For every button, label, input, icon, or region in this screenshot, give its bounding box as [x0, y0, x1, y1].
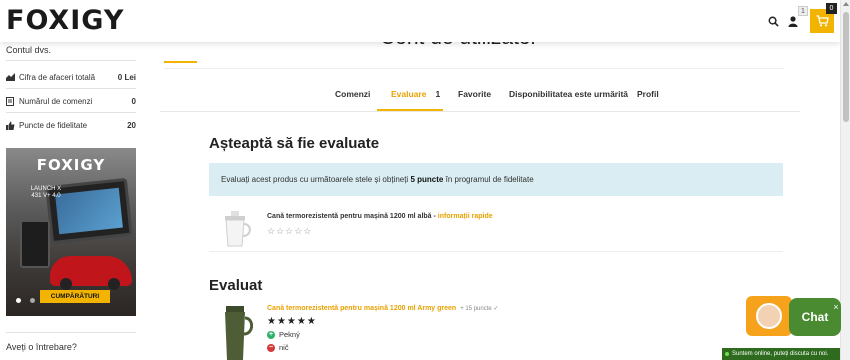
- site-header: FOXIGY 1 0: [0, 0, 840, 42]
- info-points: 5 puncte: [410, 175, 444, 184]
- red-car-image: [50, 256, 132, 290]
- review-pro: + Pekný: [267, 330, 300, 339]
- tab-label: Profil: [637, 89, 659, 99]
- banner-logo: FOXIGY: [36, 156, 106, 174]
- minus-icon: −: [267, 343, 275, 352]
- help-question: Aveți o întrebare?: [6, 342, 77, 352]
- promo-banner[interactable]: FOXIGY LAUNCH X 431 V+ 4.0 CUMPĂRĂTURI: [6, 148, 136, 316]
- product-thumbnail[interactable]: [209, 304, 261, 360]
- agent-face-icon: [756, 303, 782, 329]
- product-name: Cană termorezistentă pentru mașină 1200 …: [267, 213, 493, 220]
- rated-title: Evaluat: [209, 277, 263, 294]
- stat-label: Cifra de afaceri totală: [19, 72, 96, 82]
- account-tabs: Comenzi Evaluare 1 Favorite Disponibilita…: [160, 85, 800, 111]
- rating-stars: ★★★★★: [267, 316, 317, 327]
- product-title[interactable]: Cană termorezistentă pentru mașină 1200 …: [267, 305, 456, 312]
- stat-label: Numărul de comenzi: [19, 96, 93, 106]
- cart-count-badge: 0: [826, 3, 837, 14]
- product-name[interactable]: Cană termorezistentă pentru mașină 1200 …: [267, 305, 498, 312]
- rated-product-row: Cană termorezistentă pentru mașină 1200 …: [209, 300, 783, 360]
- chat-online-status[interactable]: Suntem online, puteți discuta cu noi.: [722, 348, 840, 360]
- receipt-icon: [6, 96, 15, 106]
- pending-product-row: Cană termorezistentă pentru mașină 1200 …: [209, 210, 783, 252]
- divider: [6, 88, 136, 89]
- thumbs-up-icon: [6, 121, 15, 130]
- sidebar-title: Contul dvs.: [6, 45, 52, 55]
- info-text: Evaluați acest produs cu următoarele ste…: [221, 175, 409, 184]
- main-content: Cont de utilizator Comenzi Evaluare1 Fav…: [160, 26, 800, 360]
- stat-value: 0: [131, 96, 136, 106]
- quick-info-link[interactable]: informații rapide: [438, 213, 493, 220]
- stat-value: 0 Lei: [117, 72, 136, 82]
- info-text-end: în programul de fidelitate: [445, 175, 534, 184]
- stat-loyalty-points: Puncte de fidelitate 20: [6, 118, 136, 132]
- tab-watched-availability[interactable]: Disponibilitatea este urmărită: [509, 85, 628, 111]
- chart-icon: [6, 73, 15, 82]
- divider: [164, 68, 784, 69]
- user-icon[interactable]: 1: [784, 6, 808, 30]
- chat-close-icon[interactable]: ×: [831, 302, 841, 312]
- divider: [6, 60, 136, 61]
- tab-reviews[interactable]: Evaluare 1: [377, 85, 443, 111]
- pending-reviews-title: Așteaptă să fie evaluate: [209, 135, 380, 152]
- cart-button[interactable]: 0: [810, 3, 837, 33]
- tab-favorites[interactable]: Favorite: [458, 85, 491, 111]
- divider: [160, 111, 800, 112]
- carousel-dots[interactable]: [16, 298, 44, 303]
- banner-shop-button[interactable]: CUMPĂRĂTURI: [40, 290, 110, 303]
- product-title[interactable]: Cană termorezistentă pentru mașină 1200 …: [267, 213, 432, 220]
- banner-product-text: LAUNCH X 431 V+ 4.0: [30, 186, 62, 199]
- site-logo[interactable]: FOXIGY: [6, 6, 124, 36]
- user-badge: 1: [798, 6, 808, 16]
- green-mug-image: [225, 306, 253, 360]
- stat-label: Puncte de fidelitate: [19, 120, 88, 130]
- product-thumbnail[interactable]: [209, 210, 261, 250]
- scroll-thumb[interactable]: [843, 12, 849, 122]
- loyalty-info-box: Evaluați acest produs cu următoarele ste…: [209, 163, 783, 196]
- tab-label: Disponibilitatea este urmărită: [509, 89, 629, 99]
- white-mug-image: [225, 211, 251, 247]
- tab-orders[interactable]: Comenzi: [335, 85, 370, 111]
- stat-total-revenue: Cifra de afaceri totală 0 Lei: [6, 70, 136, 84]
- header-actions: 1 0: [762, 3, 837, 34]
- carousel-dot[interactable]: [30, 298, 35, 303]
- earned-points: + 15 puncte ✓: [460, 306, 499, 312]
- review-con: − nič: [267, 343, 289, 352]
- cart-icon: [816, 15, 829, 27]
- tab-label: Evaluare: [391, 89, 427, 99]
- pro-text: Pekný: [279, 330, 300, 339]
- chat-agent-avatar[interactable]: [746, 296, 792, 336]
- tab-profile[interactable]: Profil: [637, 85, 659, 111]
- con-text: nič: [279, 343, 289, 352]
- diagnostic-device-image: [20, 220, 50, 268]
- tab-label: Comenzi: [335, 89, 371, 99]
- page-scrollbar[interactable]: [840, 0, 850, 360]
- divider: [6, 112, 136, 113]
- title-accent-line: [164, 61, 197, 63]
- carousel-dot[interactable]: [16, 298, 21, 303]
- tab-count: 1: [435, 89, 441, 99]
- tab-label: Favorite: [458, 89, 492, 99]
- scroll-up-arrow-icon[interactable]: [843, 2, 849, 6]
- stat-value: 20: [127, 120, 136, 130]
- search-icon[interactable]: [764, 12, 782, 30]
- rating-stars-input[interactable]: ☆☆☆☆☆: [267, 226, 312, 237]
- plus-icon: +: [267, 330, 275, 339]
- account-sidebar: Contul dvs. Cifra de afaceri totală 0 Le…: [0, 42, 145, 360]
- stat-order-count: Numărul de comenzi 0: [6, 94, 136, 108]
- divider: [6, 332, 136, 333]
